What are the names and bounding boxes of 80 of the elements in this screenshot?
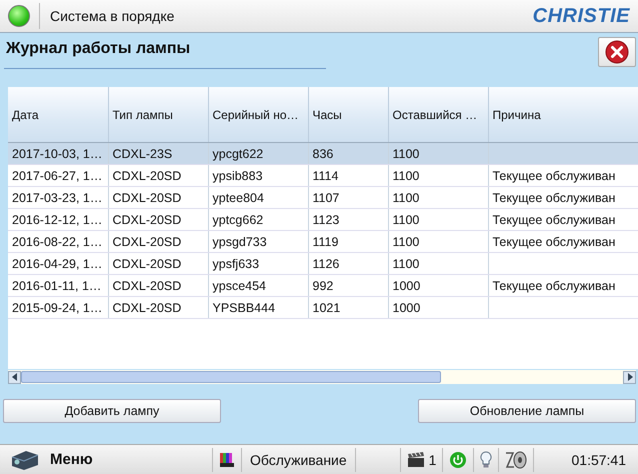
table-cell: 1119 bbox=[312, 234, 338, 248]
column-header[interactable]: Серийный но… bbox=[208, 87, 308, 142]
table-cell: Текущее обслуживан bbox=[492, 212, 616, 226]
logo: CHRISTIE bbox=[532, 4, 630, 28]
column-header[interactable]: Часы bbox=[308, 87, 388, 142]
channel-number: 1 bbox=[428, 452, 436, 468]
horizontal-scrollbar[interactable] bbox=[8, 370, 636, 384]
column-header[interactable]: Дата bbox=[8, 87, 108, 142]
table-cell: 1100 bbox=[392, 212, 420, 226]
column-header[interactable]: Оставшийся … bbox=[388, 87, 488, 142]
status-text: Система в порядке bbox=[50, 8, 174, 24]
menu-label[interactable]: Меню bbox=[50, 451, 210, 468]
table-cell: 1123 bbox=[312, 212, 340, 226]
action-button[interactable]: Добавить лампу bbox=[3, 399, 221, 423]
table-cell: 2017-03-23, 1… bbox=[12, 190, 102, 204]
table-cell: 2016-04-29, 1… bbox=[12, 256, 102, 270]
power-icon[interactable] bbox=[449, 450, 468, 468]
table-cell: CDXL-20SD bbox=[112, 300, 182, 314]
projector-icon[interactable] bbox=[10, 448, 40, 470]
clapperboard-icon[interactable] bbox=[406, 452, 425, 468]
mode-label[interactable]: Обслуживание bbox=[250, 452, 347, 468]
color-bars-icon[interactable] bbox=[219, 450, 235, 468]
table-row[interactable]: 2016-08-22, 1… CDXL-20SD ypsgd733 1119 1100 Текущее обслуживан bbox=[8, 230, 638, 252]
table-cell: Текущее обслуживан bbox=[492, 234, 616, 248]
close-icon bbox=[605, 40, 629, 64]
table-cell: 1107 bbox=[312, 190, 340, 204]
table-cell: yptee804 bbox=[212, 190, 264, 204]
table-row[interactable]: 2017-03-23, 1… CDXL-20SD yptee804 1107 1100 Текущее обслуживан bbox=[8, 186, 638, 208]
table-cell: 2016-12-12, 1… bbox=[12, 212, 102, 226]
table-cell: 1100 bbox=[392, 190, 420, 204]
table-cell: 1100 bbox=[392, 234, 420, 248]
table-cell: 1100 bbox=[392, 146, 420, 160]
table-row[interactable]: 2016-01-11, 1… CDXL-20SD ypsce454 992 1000 Текущее обслуживан bbox=[8, 274, 638, 296]
table-cell: 1126 bbox=[312, 256, 340, 270]
table-cell: 2016-01-11, 1… bbox=[12, 278, 102, 292]
table-cell: 992 bbox=[312, 278, 334, 292]
table-cell: 2016-08-22, 1… bbox=[12, 234, 102, 248]
table-cell: CDXL-20SD bbox=[112, 256, 182, 270]
table-cell: 1100 bbox=[392, 256, 420, 270]
action-button[interactable]: Обновление лампы bbox=[418, 399, 636, 423]
table-cell: 1021 bbox=[312, 300, 340, 314]
table-cell: 2017-10-03, 1… bbox=[12, 146, 102, 160]
table-cell: 2015-09-24, 1… bbox=[12, 300, 102, 314]
table-cell: yptcg662 bbox=[212, 212, 264, 226]
table-cell: 1000 bbox=[392, 278, 420, 292]
table-row[interactable]: 2017-10-03, 1… CDXL-23S ypcgt622 836 1100 bbox=[8, 142, 638, 164]
table-cell: 2017-06-27, 1… bbox=[12, 168, 102, 182]
lightbulb-icon[interactable] bbox=[480, 450, 492, 468]
table-cell: 1100 bbox=[392, 168, 420, 182]
table-cell: CDXL-23S bbox=[112, 146, 172, 160]
table-cell: ypsce454 bbox=[212, 278, 266, 292]
table-cell: 1000 bbox=[392, 300, 420, 314]
table-cell: CDXL-20SD bbox=[112, 190, 182, 204]
table-cell: ypcgt622 bbox=[212, 146, 264, 160]
table-cell: ypsib883 bbox=[212, 168, 263, 182]
scroll-left-icon[interactable] bbox=[8, 370, 21, 384]
film-reel-icon[interactable] bbox=[505, 450, 528, 470]
table-cell: Текущее обслуживан bbox=[492, 278, 616, 292]
table-row[interactable]: 2015-09-24, 1… CDXL-20SD YPSBB444 1021 1000 bbox=[8, 296, 638, 318]
table-cell: CDXL-20SD bbox=[112, 278, 182, 292]
column-header[interactable]: Тип лампы bbox=[108, 87, 208, 142]
table-cell: 1114 bbox=[312, 168, 338, 182]
panel-title: Журнал работы лампы bbox=[6, 40, 190, 58]
table-row[interactable]: 2017-06-27, 1… CDXL-20SD ypsib883 1114 1100 Текущее обслуживан bbox=[8, 164, 638, 186]
table-row[interactable]: 2016-12-12, 1… CDXL-20SD yptcg662 1123 1100 Текущее обслуживан bbox=[8, 208, 638, 230]
column-header[interactable]: Причина bbox=[488, 87, 638, 142]
table-cell: CDXL-20SD bbox=[112, 234, 182, 248]
table-cell: YPSBB444 bbox=[212, 300, 276, 314]
clock-time: 01:57:41 bbox=[572, 452, 626, 468]
table-cell: 836 bbox=[312, 146, 334, 160]
scroll-thumb[interactable] bbox=[21, 371, 441, 383]
table-row[interactable]: 2016-04-29, 1… CDXL-20SD ypsfj633 1126 1100 bbox=[8, 252, 638, 274]
table-cell: Текущее обслуживан bbox=[492, 168, 616, 182]
table-cell: CDXL-20SD bbox=[112, 168, 182, 182]
close-button[interactable] bbox=[598, 37, 636, 67]
table-cell: CDXL-20SD bbox=[112, 212, 182, 226]
table-cell: ypsfj633 bbox=[212, 256, 260, 270]
scroll-right-icon[interactable] bbox=[623, 370, 636, 384]
table-cell: Текущее обслуживан bbox=[492, 190, 616, 204]
table-cell: ypsgd733 bbox=[212, 234, 267, 248]
